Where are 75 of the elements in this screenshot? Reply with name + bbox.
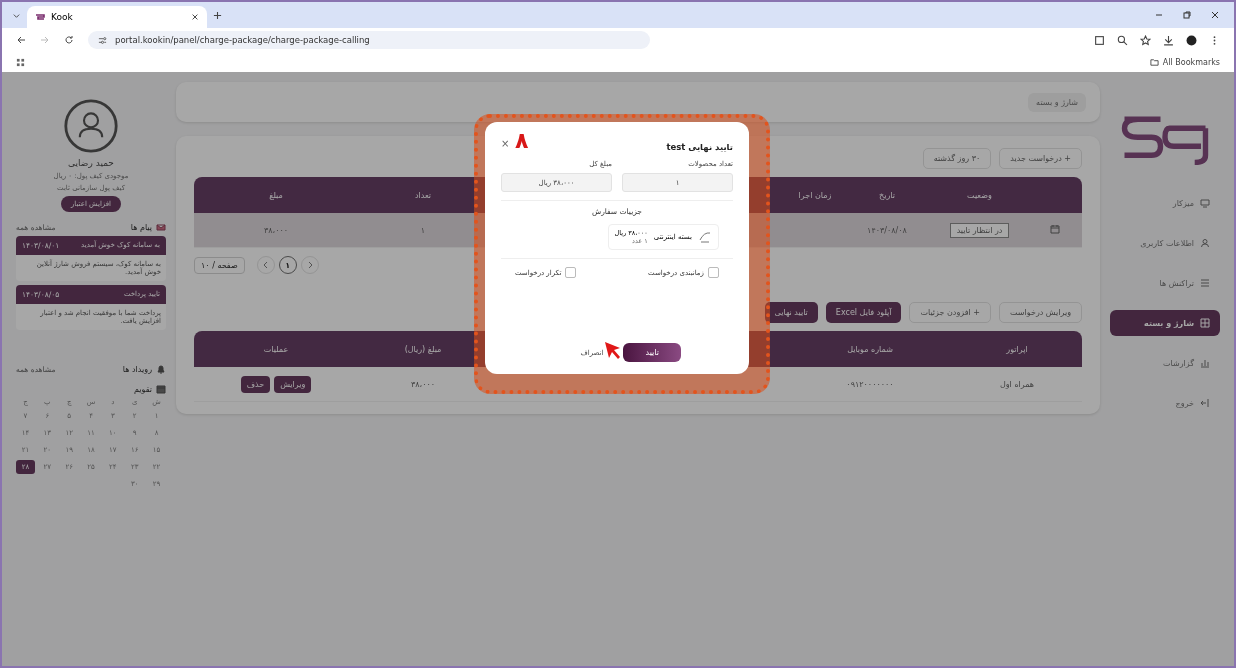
menu-item-icon <box>1200 198 1210 208</box>
sidebar-item[interactable]: میزکار <box>1110 190 1220 216</box>
close-icon[interactable] <box>1210 10 1220 20</box>
close-icon[interactable] <box>191 13 199 21</box>
table-cell: همراه اول <box>952 367 1082 402</box>
star-icon[interactable] <box>1140 34 1151 46</box>
sidebar-item[interactable]: تراکنش ها <box>1110 270 1220 296</box>
menu-item-icon <box>1200 278 1210 288</box>
table-cell: ۰۹۱۲۰۰۰۰۰۰۰ <box>788 367 952 402</box>
table-cell: ۱۴۰۳/۰۸/۰۸ <box>842 213 932 248</box>
back-icon[interactable] <box>16 35 26 45</box>
site-settings-icon <box>98 35 107 45</box>
bell-icon <box>156 364 166 374</box>
menu-item-icon <box>1200 318 1210 328</box>
table-cell: ۳۸،۰۰۰ <box>194 213 358 248</box>
calendar-icon <box>1049 224 1060 234</box>
column-header: شماره موبایل <box>788 331 952 367</box>
menu-item-icon <box>1200 398 1210 408</box>
step-number: ۸ <box>515 130 529 152</box>
avatar-icon <box>63 98 119 154</box>
menu-item-icon <box>1200 238 1210 248</box>
column-header: مبلغ <box>194 177 358 213</box>
table-cell: ۳۸،۰۰۰ <box>358 367 488 402</box>
table-header <box>1027 177 1082 213</box>
confirm-button[interactable]: تایید <box>623 343 681 362</box>
page-size-select[interactable]: ۱۰ / صفحه <box>194 256 245 274</box>
checkbox[interactable] <box>708 267 719 278</box>
tab-title: Kook <box>51 12 73 22</box>
status-tag: در انتظار تایید <box>949 222 1010 238</box>
product-icon <box>698 230 712 244</box>
section-title: پیام ها <box>130 222 152 232</box>
profile-name: حمید رضایی <box>67 158 115 168</box>
all-bookmarks-button[interactable]: All Bookmarks <box>1162 57 1220 67</box>
action-button[interactable]: حذف <box>240 375 271 393</box>
column-header: تاریخ <box>842 177 932 213</box>
new-request-button[interactable]: + درخواست جدید <box>999 148 1082 169</box>
zoom-icon[interactable] <box>1117 34 1128 46</box>
folder-icon <box>1149 57 1159 67</box>
sidebar-item[interactable]: خروج <box>1110 390 1220 416</box>
toolbar-button[interactable]: + افزودن جزئیات <box>909 302 991 323</box>
calendar-icon <box>156 384 166 394</box>
section-title: تقویم <box>134 384 152 394</box>
apps-icon[interactable] <box>16 57 25 67</box>
column-header: زمان اجرا <box>788 177 842 213</box>
address-bar[interactable]: portal.kookin/panel/charge-package/charge-package-calling <box>88 31 650 49</box>
checkbox[interactable] <box>565 267 577 278</box>
menu-item-icon <box>1200 358 1210 368</box>
table-cell: ۱ <box>358 213 488 248</box>
message-icon <box>156 222 166 232</box>
sidebar-item[interactable]: گزارشات <box>1110 350 1220 376</box>
sidebar-item[interactable]: اطلاعات کاربری <box>1110 230 1220 256</box>
extensions-icon[interactable] <box>1094 34 1105 46</box>
action-button[interactable]: ویرایش <box>274 375 312 393</box>
toolbar-button[interactable]: تایید نهایی <box>764 302 818 323</box>
dialog-title: تایید نهایی test <box>666 142 733 152</box>
profile-icon[interactable] <box>1186 34 1197 46</box>
new-tab-icon[interactable] <box>213 10 222 20</box>
breadcrumb[interactable]: شارژ و بسته <box>1028 92 1086 112</box>
column-header: تعداد <box>358 177 488 213</box>
cursor-icon <box>603 340 623 360</box>
close-button[interactable]: × <box>501 137 510 149</box>
column-header: وضعیت <box>932 177 1027 213</box>
column-header: عملیات <box>194 331 358 367</box>
date-range-button[interactable]: ۳۰ روز گذشته <box>922 148 992 169</box>
toolbar-button[interactable]: آپلود فایل Excel <box>825 302 902 323</box>
download-icon[interactable] <box>1163 34 1174 46</box>
section-title: رویداد ها <box>122 364 152 374</box>
column-header: اپراتور <box>952 331 1082 367</box>
logo-icon <box>35 12 45 22</box>
toolbar-button[interactable]: ویرایش درخواست <box>999 302 1082 323</box>
sidebar-item[interactable]: شارژ و بسته <box>1110 310 1220 336</box>
column-header: مبلغ (ریال) <box>358 331 488 367</box>
restore-icon[interactable] <box>1182 10 1192 20</box>
browser-tab[interactable]: Kook <box>27 6 207 28</box>
reload-icon[interactable] <box>64 35 74 45</box>
